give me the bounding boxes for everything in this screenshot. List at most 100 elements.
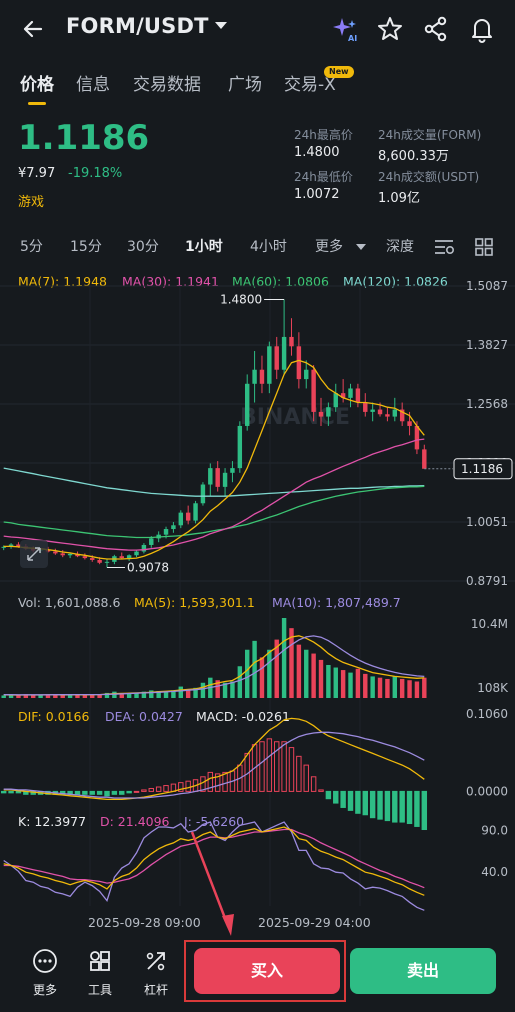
buy-button[interactable]: 买入 [194,948,340,994]
svg-text:AI: AI [348,34,357,43]
macd-histogram-bar [355,790,361,814]
tools-button[interactable]: 工具 [78,948,122,998]
candle-body [289,336,294,347]
interval-more[interactable]: 更多 [315,236,343,256]
category-tag[interactable]: 游戏 [18,191,44,210]
expand-chart-icon[interactable] [20,540,48,568]
volume-bar [38,695,43,698]
candle-body [126,555,132,559]
ma120-legend: MA(120): 1.0826 [343,274,448,289]
macd-histogram-bar [89,790,95,795]
macd-histogram-bar [141,789,147,792]
low-value: 1.0072 [294,187,340,202]
high-value: 1.4800 [294,145,340,160]
star-icon[interactable] [375,14,405,44]
high-marker: 1.4800 [220,292,285,306]
volume-y-tick-label: 10.4M [471,617,508,631]
depth-button[interactable]: 深度 [386,236,414,256]
candle-body [414,425,420,450]
candle-body [274,346,279,370]
ma30-legend: MA(30): 1.1941 [122,274,219,289]
macd-histogram-bar [222,771,228,792]
macd-histogram-bar [0,790,7,794]
more-button[interactable]: 更多 [23,948,67,998]
candle-body [193,503,198,521]
volume-bar [1,695,6,698]
volume-bar [178,686,184,698]
volume-bar [259,657,265,698]
volume-bar [267,649,272,698]
tab-price[interactable]: 价格 [20,70,54,95]
candle-body [171,525,176,530]
candle-body [407,421,412,426]
candle-body [252,369,257,384]
active-tab-indicator [28,102,46,105]
macd-histogram-bar [185,780,191,792]
price-axis: 1.50871.38271.25681.13101.00510.8791 [466,279,508,588]
kline-chart[interactable]: MA(7): 1.1948 MA(30): 1.1941 MA(60): 1.0… [0,266,515,936]
tab-trading-data[interactable]: 交易数据 [133,70,201,95]
volume-legend: Vol: 1,601,088.6 [18,595,120,610]
volume-bar [230,681,235,698]
layout-grid-icon[interactable] [474,237,494,257]
candle-body [149,538,154,545]
x-axis-label: 2025-09-29 04:00 [258,915,371,930]
tab-info[interactable]: 信息 [76,70,110,95]
more-dots-icon [33,949,57,973]
macd-histogram-bar [392,790,398,823]
watermark: BINANCE [240,405,350,430]
y-tick-label: 1.2568 [466,397,508,411]
candle-body [363,402,368,412]
interval-5m[interactable]: 5分 [20,236,43,256]
kdj-k-legend: K: 12.3977 [18,814,86,829]
back-arrow-icon[interactable] [18,14,48,44]
svg-text:1.4800: 1.4800 [220,292,262,306]
share-icon[interactable] [421,14,451,44]
interval-30m[interactable]: 30分 [127,236,159,256]
macd-dea-legend: DEA: 0.0427 [105,709,183,724]
candle-body [304,369,309,380]
more-caret-icon[interactable] [356,243,366,251]
ai-sparkle-icon[interactable]: AI [330,14,360,44]
interval-1h[interactable]: 1小时 [185,236,223,256]
macd-histogram-bar [325,790,332,800]
volume-y-tick-label: 108K [477,681,509,695]
pair-dropdown-icon[interactable] [215,22,227,29]
volume-bar [60,695,65,698]
volume-ma5-legend: MA(5): 1,593,301.1 [134,595,255,610]
interval-4h[interactable]: 4小时 [250,236,287,256]
leverage-button[interactable]: 杠杆 [134,948,178,998]
y-tick-label: 1.3827 [466,338,508,352]
more-label: 更多 [32,983,57,997]
interval-15m[interactable]: 15分 [70,236,102,256]
current-price-tag: 1.1186 [424,458,513,480]
volume-form-value: 8,600.33万 [378,149,449,164]
volume-usdt-label: 24h成交额(USDT) [378,170,480,184]
bell-icon[interactable] [467,14,497,44]
pair-title[interactable]: FORM/USDT [66,14,209,38]
volume-bar [399,678,405,698]
sell-button[interactable]: 卖出 [350,948,496,994]
macd-histogram-bar [303,764,309,792]
svg-text:1.1186: 1.1186 [461,462,503,476]
ma30-line [3,438,425,551]
candle-body [326,407,331,417]
macd-y-tick-label: 0.1060 [466,707,508,721]
price-change-percent: -19.18% [68,166,123,181]
candle-body [90,558,95,560]
volume-ma10-legend: MA(10): 1,807,489.7 [272,595,401,610]
indicator-settings-icon[interactable] [433,237,455,257]
volume-bar [370,676,375,698]
tools-label: 工具 [87,983,112,997]
volume-bar [414,681,420,698]
candle-body [200,484,206,504]
ma60-line [3,485,425,539]
macd-histogram-bar [384,790,391,822]
volume-bar [16,695,21,698]
kdj-j-legend: J: -5.6260 [183,814,244,829]
y-tick-label: 0.8791 [466,574,508,588]
last-price: 1.1186 [18,118,150,158]
tab-square[interactable]: 广场 [228,70,262,95]
candle-body [259,369,265,384]
macd-y-tick-label: 0.0000 [466,784,508,798]
